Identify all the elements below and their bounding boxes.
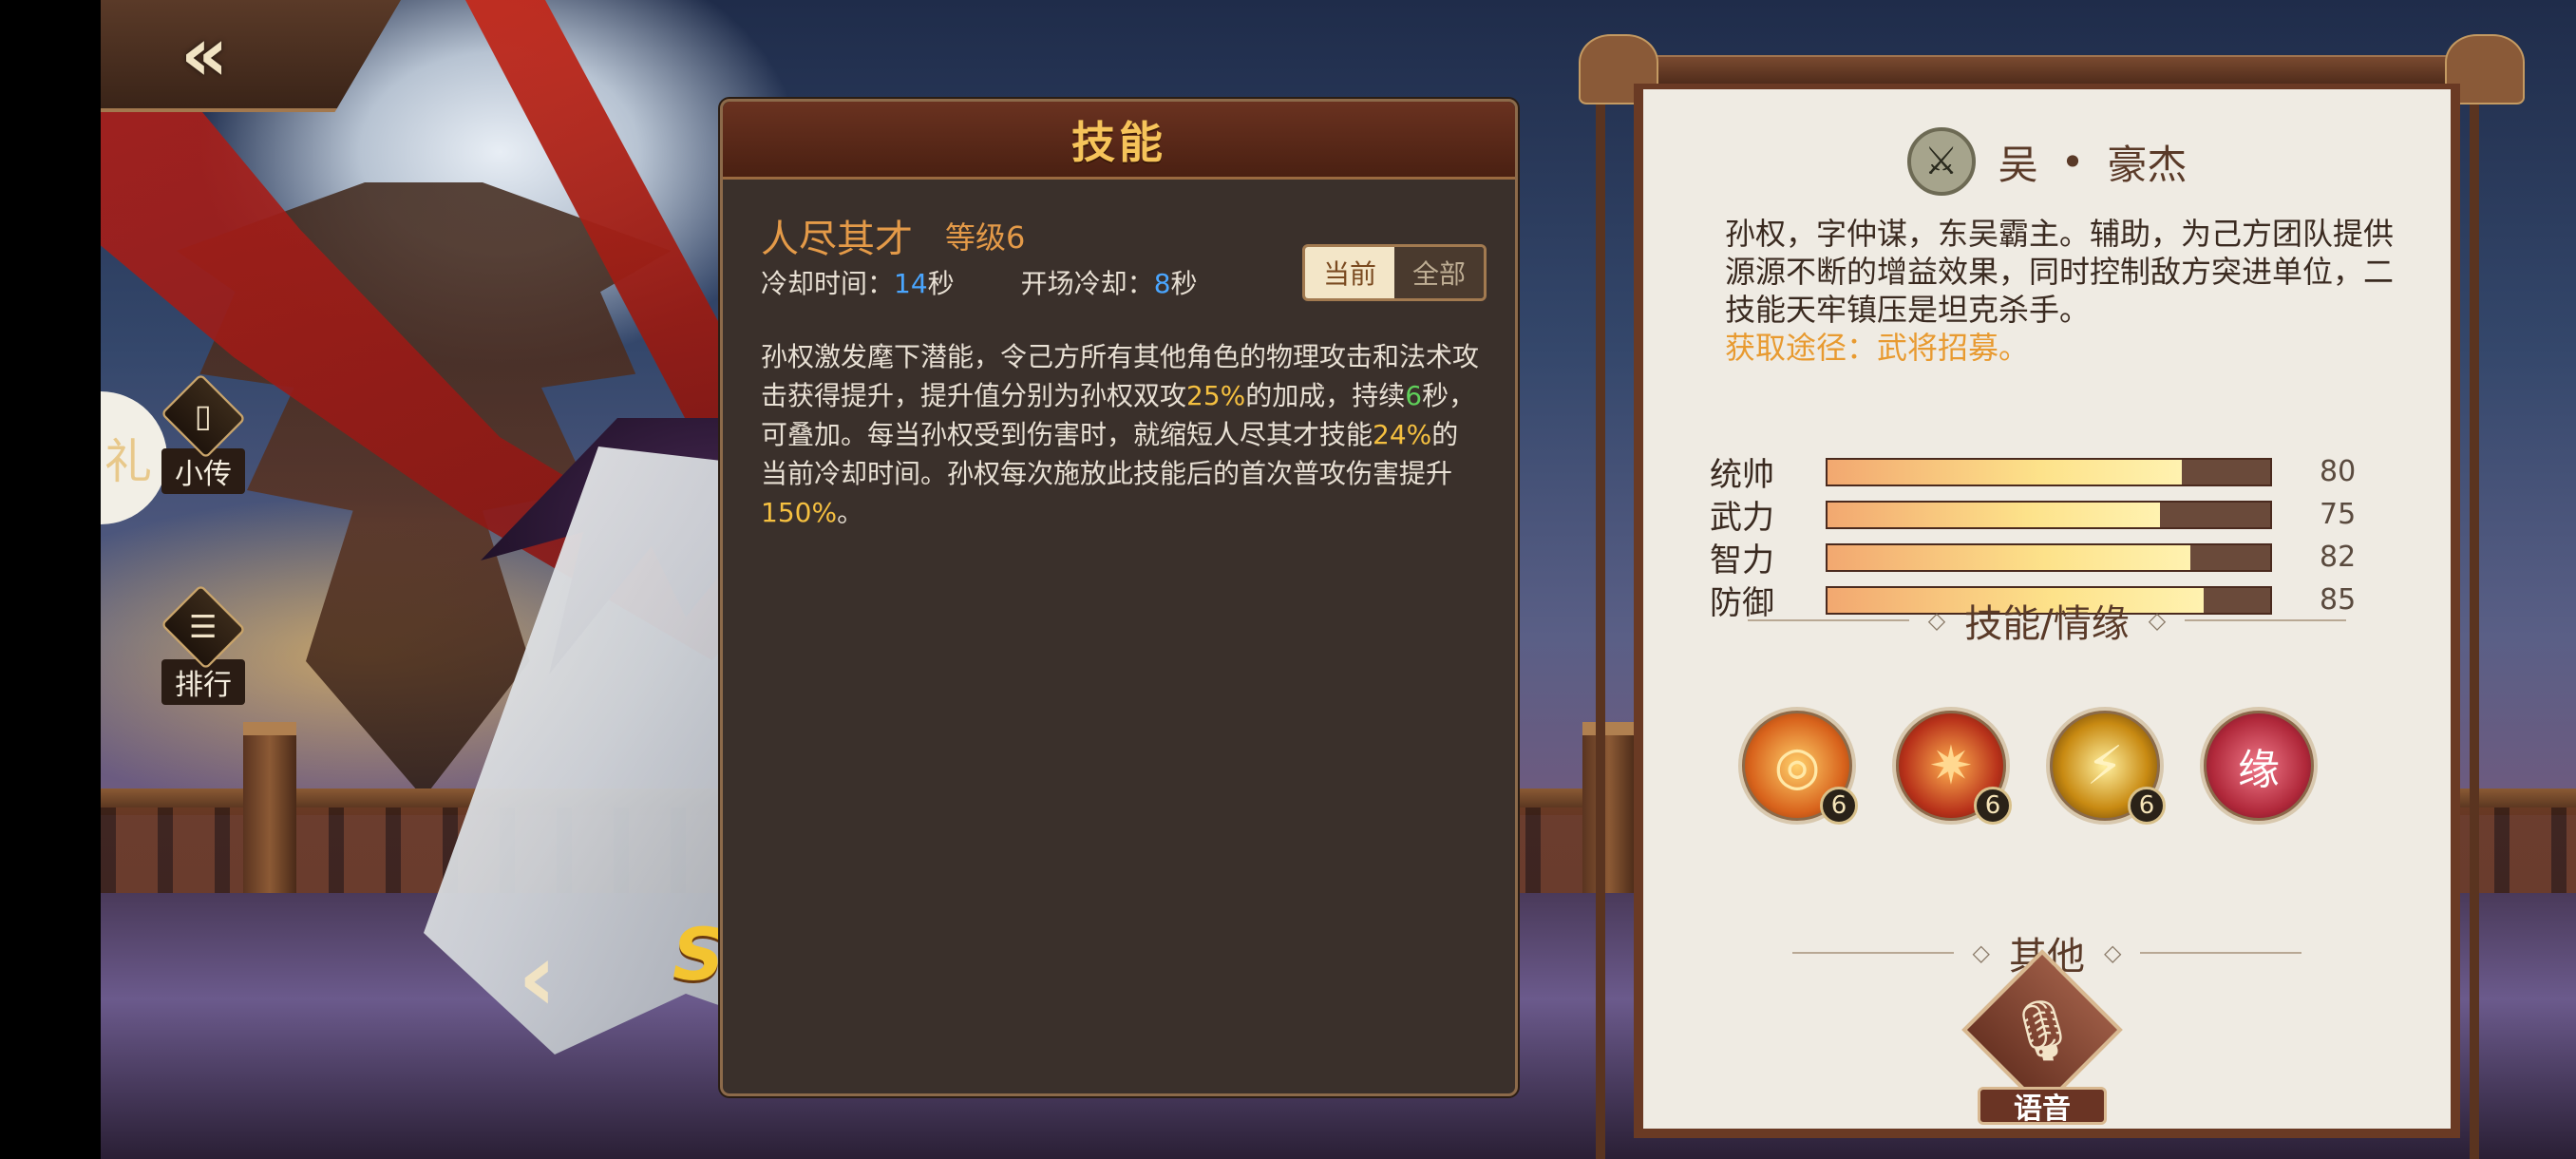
faction-row: ⚔ 吴 • 豪杰 bbox=[1643, 127, 2451, 196]
burst-skill-icon[interactable]: ✷ 6 bbox=[1892, 707, 2012, 825]
scroll-book-icon: ▯ bbox=[160, 372, 247, 460]
cooldown-row: 冷却时间：14秒 开场冷却：8秒 bbox=[761, 268, 1198, 299]
previous-hero-chevron-icon[interactable]: ‹ bbox=[518, 922, 557, 1033]
hero-bio: 孙权，字仲谋，东吴霸主。辅助，为己方团队提供源源不断的增益效果，同时控制敌方突进… bbox=[1725, 216, 2395, 366]
hero-info-panel: ⚔ 吴 • 豪杰 孙权，字仲谋，东吴霸主。辅助，为己方团队提供源源不断的增益效果… bbox=[1579, 28, 2525, 1159]
stat-row: 智力 82 bbox=[1710, 541, 2357, 580]
whirlwind-skill-icon[interactable]: ◎ 6 bbox=[1738, 707, 1858, 825]
hero-info-card: ⚔ 吴 • 豪杰 孙权，字仲谋，东吴霸主。辅助，为己方团队提供源源不断的增益效果… bbox=[1634, 84, 2460, 1138]
voice-button[interactable]: 🎙 语音 bbox=[1961, 949, 2128, 1126]
skill-level: 等级6 bbox=[945, 219, 1026, 256]
stat-row: 武力 75 bbox=[1710, 498, 2357, 537]
ranking-scroll-icon: ☰ bbox=[160, 583, 247, 671]
skill-icon-list: ◎ 6 ✷ 6 ⚡ 6 缘 bbox=[1738, 707, 2318, 825]
skill-panel-header: 技能 bbox=[723, 102, 1515, 180]
voice-label: 语音 bbox=[1978, 1087, 2107, 1126]
skill-panel-title: 技能 bbox=[1071, 116, 1166, 168]
toggle-current[interactable]: 当前 bbox=[1305, 247, 1394, 298]
bond-icon[interactable]: 缘 bbox=[2200, 707, 2318, 825]
ranking-button[interactable]: ☰ 排行 bbox=[146, 583, 260, 705]
cooldown-value: 14 bbox=[894, 268, 928, 299]
stat-bar bbox=[1826, 542, 2272, 572]
skill-description: 孙权激发麾下潜能，令己方所有其他角色的物理攻击和法术攻击获得提升，提升值分别为孙… bbox=[761, 341, 1480, 528]
microphone-icon: 🎙 bbox=[2004, 996, 2080, 1065]
toggle-all[interactable]: 全部 bbox=[1394, 247, 1484, 298]
skill-name: 人尽其才 bbox=[761, 218, 913, 261]
stat-row: 统帅 80 bbox=[1710, 455, 2357, 494]
hero-type: 豪杰 bbox=[2107, 141, 2188, 188]
level-toggle: 当前 全部 bbox=[1302, 244, 1487, 301]
stat-bar bbox=[1826, 500, 2272, 529]
crossed-swords-icon: ⚔ bbox=[1906, 127, 1976, 196]
strike-skill-icon[interactable]: ⚡ 6 bbox=[2046, 707, 2166, 825]
opening-cooldown-value: 8 bbox=[1153, 268, 1171, 299]
skill-detail-panel: 技能 人尽其才 等级6 冷却时间：14秒 开场冷却：8秒 当前 全部 孙权激发麾下… bbox=[720, 99, 1518, 1096]
biography-button[interactable]: ▯ 小传 bbox=[146, 372, 260, 494]
section-skills-title: ◇ 技能/情缘 ◇ bbox=[1643, 593, 2451, 648]
faction-name: 吴 bbox=[1998, 141, 2038, 188]
double-chevron-left-icon[interactable]: « bbox=[180, 17, 285, 93]
stat-bar bbox=[1826, 457, 2272, 486]
obtain-method: 获取途径：武将招募。 bbox=[1725, 330, 2030, 366]
